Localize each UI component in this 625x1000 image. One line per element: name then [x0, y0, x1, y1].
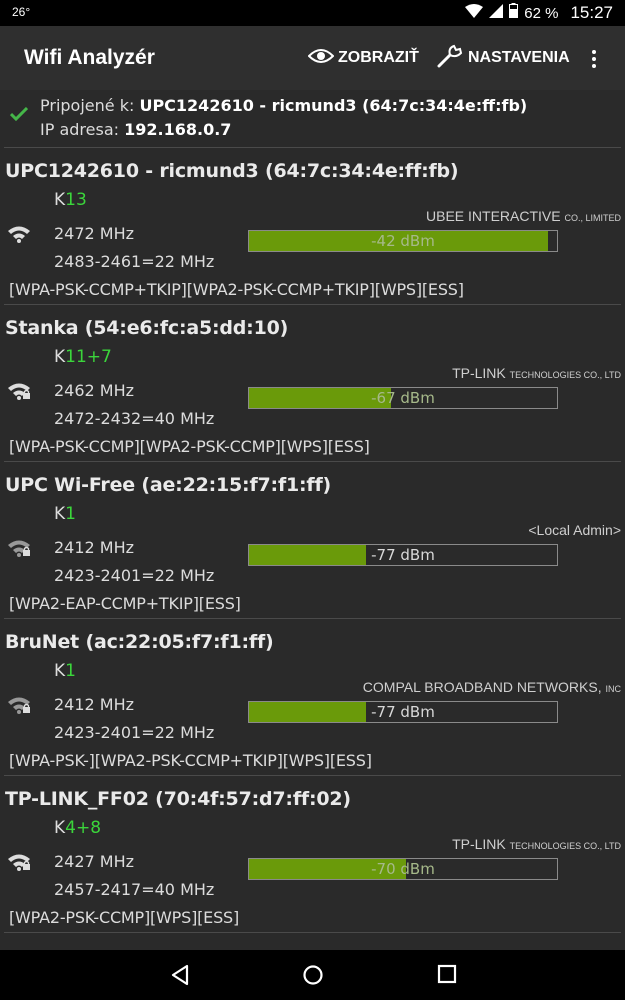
network-channel: K13: [54, 190, 87, 210]
network-range: 2423-2401=22 MHz: [54, 566, 215, 585]
vendor-name: COMPAL BROADBAND NETWORKS,: [362, 679, 602, 695]
network-ssid: TP-LINK_FF02 (70:4f:57:d7:ff:02): [5, 788, 351, 810]
signal-strength: -42 dBm: [371, 232, 435, 250]
status-bar: 26° 62 % 15:27: [0, 0, 625, 26]
network-item[interactable]: UPC1242610 - ricmund3 (64:7c:34:4e:ff:fb…: [0, 148, 625, 305]
recent-apps-icon[interactable]: [437, 964, 457, 988]
network-channel: K1: [54, 661, 76, 681]
network-ssid: UPC1242610 - ricmund3 (64:7c:34:4e:ff:fb…: [5, 160, 459, 182]
battery-percent: 62 %: [524, 4, 559, 22]
network-ssid: Stanka (54:e6:fc:a5:dd:10): [5, 317, 289, 339]
network-item[interactable]: BruNet (ac:22:05:f7:f1:ff) K1 2412 MHz 2…: [0, 619, 625, 776]
network-range: 2483-2461=22 MHz: [54, 252, 215, 271]
ip-address: 192.168.0.7: [124, 120, 232, 139]
wifi-locked-icon: [7, 695, 31, 715]
signal-strength: -70 dBm: [371, 860, 435, 878]
network-frequency: 2412 MHz: [54, 538, 135, 557]
network-range: 2472-2432=40 MHz: [54, 409, 215, 428]
vendor-name: UBEE INTERACTIVE: [426, 208, 561, 224]
network-channel: K1: [54, 504, 76, 524]
network-frequency: 2427 MHz: [54, 852, 135, 871]
vendor-name: <Local Admin>: [528, 522, 621, 538]
signal-bar: -77 dBm: [248, 701, 558, 723]
signal-bar: -42 dBm: [248, 230, 558, 252]
vendor-name: TP-LINK: [452, 836, 506, 852]
wifi-locked-icon: [7, 381, 31, 401]
network-frequency: 2412 MHz: [54, 695, 135, 714]
connection-info: Pripojené k: UPC1242610 - ricmund3 (64:7…: [0, 90, 625, 146]
connected-network: UPC1242610 - ricmund3 (64:7c:34:4e:ff:fb…: [139, 96, 528, 115]
app-toolbar: Wifi Analyzér ZOBRAZIŤ NASTAVENIA: [0, 26, 625, 90]
channel-number: 11+7: [65, 347, 112, 367]
network-channel: K11+7: [54, 347, 112, 367]
channel-prefix: K: [54, 661, 66, 681]
app-title: Wifi Analyzér: [24, 46, 155, 69]
channel-number: 1: [65, 504, 76, 524]
divider: [4, 932, 621, 933]
channel-prefix: K: [54, 347, 66, 367]
channel-number: 1: [65, 661, 76, 681]
show-label: ZOBRAZIŤ: [338, 49, 419, 66]
network-range: 2457-2417=40 MHz: [54, 880, 215, 899]
network-vendor: <Local Admin>: [528, 522, 621, 538]
channel-prefix: K: [54, 504, 66, 524]
signal-strength: -77 dBm: [371, 703, 435, 721]
settings-button[interactable]: NASTAVENIA: [436, 44, 570, 73]
vendor-suffix: TECHNOLOGIES CO., LTD: [509, 370, 621, 380]
vendor-name: TP-LINK: [452, 365, 506, 381]
eye-icon: [307, 47, 335, 70]
network-channel: K4+8: [54, 818, 101, 838]
signal-bar: -67 dBm: [248, 387, 558, 409]
channel-prefix: K: [54, 190, 66, 210]
signal-bar: -77 dBm: [248, 544, 558, 566]
signal-bar: -70 dBm: [248, 858, 558, 880]
network-range: 2423-2401=22 MHz: [54, 723, 215, 742]
network-item[interactable]: TP-LINK_FF02 (70:4f:57:d7:ff:02) K4+8 24…: [0, 776, 625, 933]
network-security: [WPA-PSK-][WPA2-PSK-CCMP+TKIP][WPS][ESS]: [9, 751, 372, 770]
wifi-locked-icon: [7, 852, 31, 872]
network-security: [WPA-PSK-CCMP+TKIP][WPA2-PSK-CCMP+TKIP][…: [9, 280, 464, 299]
vendor-suffix: CO., LIMITED: [564, 213, 621, 223]
home-icon[interactable]: [302, 964, 324, 990]
network-vendor: COMPAL BROADBAND NETWORKS, INC: [363, 679, 621, 695]
network-ssid: BruNet (ac:22:05:f7:f1:ff): [5, 631, 274, 653]
overflow-menu-icon[interactable]: [586, 48, 602, 70]
signal-strength: -77 dBm: [371, 546, 435, 564]
channel-prefix: K: [54, 818, 66, 838]
back-icon[interactable]: [170, 964, 190, 990]
battery-icon: [509, 3, 519, 23]
show-button[interactable]: ZOBRAZIŤ: [307, 46, 419, 70]
connected-prefix: Pripojené k:: [40, 96, 135, 115]
network-vendor: TP-LINK TECHNOLOGIES CO., LTD: [452, 836, 621, 852]
network-item[interactable]: Stanka (54:e6:fc:a5:dd:10) K11+7 2462 MH…: [0, 305, 625, 462]
network-frequency: 2472 MHz: [54, 224, 135, 243]
wifi-signal-icon: [465, 3, 484, 23]
wrench-icon: [436, 44, 464, 73]
channel-number: 13: [65, 190, 87, 210]
network-item[interactable]: UPC Wi-Free (ae:22:15:f7:f1:ff) K1 2412 …: [0, 462, 625, 619]
ip-line: IP adresa: 192.168.0.7: [40, 120, 231, 139]
network-vendor: UBEE INTERACTIVE CO., LIMITED: [426, 208, 621, 224]
ip-prefix: IP adresa:: [40, 120, 120, 139]
wifi-open-icon: [7, 224, 31, 244]
channel-number: 4+8: [65, 818, 102, 838]
navigation-bar: [0, 950, 625, 1000]
network-ssid: UPC Wi-Free (ae:22:15:f7:f1:ff): [5, 474, 332, 496]
signal-strength: -67 dBm: [371, 389, 435, 407]
connected-line: Pripojené k: UPC1242610 - ricmund3 (64:7…: [40, 96, 527, 115]
network-security: [WPA2-PSK-CCMP][WPS][ESS]: [9, 908, 240, 927]
settings-label: NASTAVENIA: [468, 49, 570, 66]
network-vendor: TP-LINK TECHNOLOGIES CO., LTD: [452, 365, 621, 381]
temperature: 26°: [12, 5, 31, 19]
clock: 15:27: [570, 3, 613, 22]
vendor-suffix: TECHNOLOGIES CO., LTD: [509, 841, 621, 851]
vendor-suffix: INC: [605, 684, 622, 694]
cell-signal-icon: [489, 3, 504, 23]
network-security: [WPA2-EAP-CCMP+TKIP][ESS]: [9, 594, 241, 613]
wifi-locked-icon: [7, 538, 31, 558]
network-security: [WPA-PSK-CCMP][WPA2-PSK-CCMP][WPS][ESS]: [9, 437, 370, 456]
network-frequency: 2462 MHz: [54, 381, 135, 400]
check-icon: [9, 106, 29, 125]
